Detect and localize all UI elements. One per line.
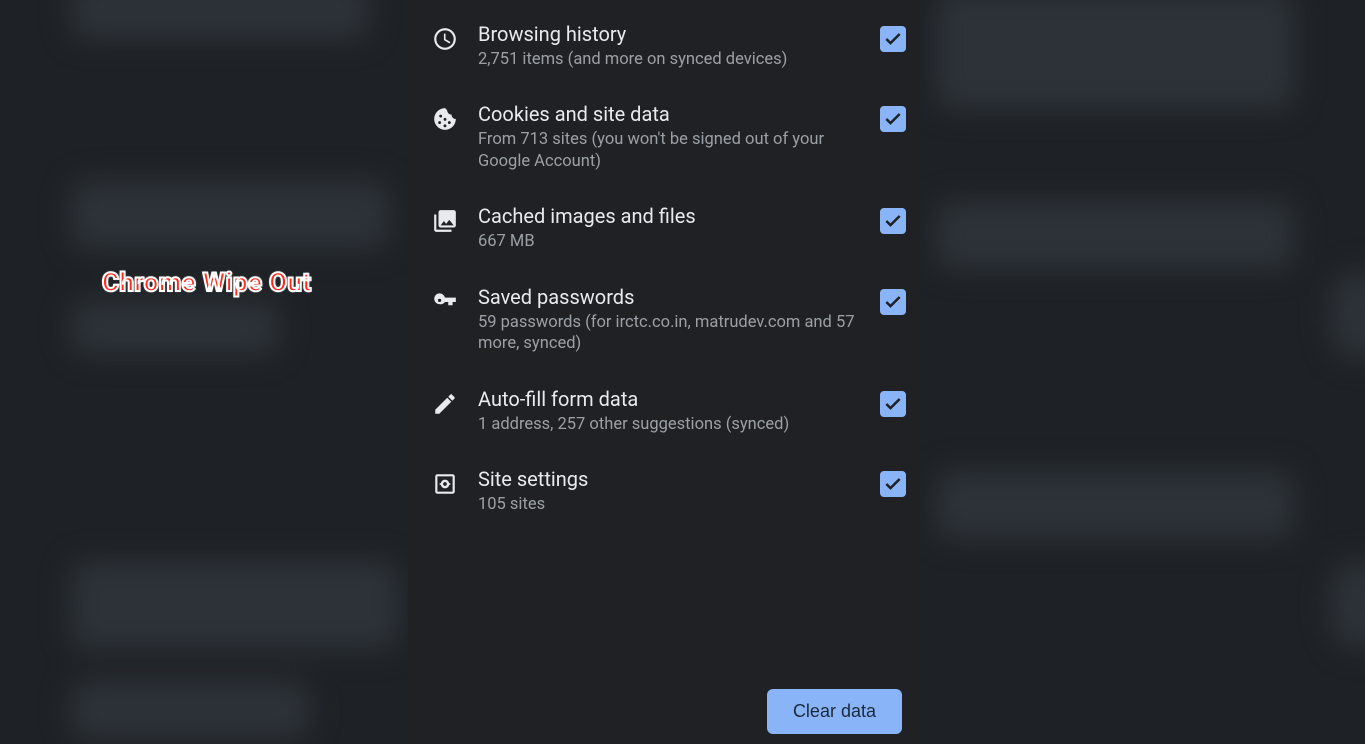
panel-footer: Clear data bbox=[408, 683, 920, 744]
pencil-icon bbox=[430, 389, 460, 419]
key-icon bbox=[430, 287, 460, 317]
image-icon bbox=[430, 206, 460, 236]
row-autofill[interactable]: Auto-fill form data 1 address, 257 other… bbox=[408, 371, 920, 451]
settings-page-icon bbox=[430, 469, 460, 499]
row-cached[interactable]: Cached images and files 667 MB bbox=[408, 188, 920, 268]
row-subtitle: 2,751 items (and more on synced devices) bbox=[478, 49, 862, 70]
checkbox-site-settings[interactable] bbox=[880, 471, 906, 497]
row-subtitle: 667 MB bbox=[478, 231, 862, 252]
cookie-icon bbox=[430, 104, 460, 134]
row-title: Site settings bbox=[478, 467, 862, 492]
clear-data-panel: Browsing history 2,751 items (and more o… bbox=[408, 0, 920, 744]
row-title: Auto-fill form data bbox=[478, 387, 862, 412]
row-browsing-history[interactable]: Browsing history 2,751 items (and more o… bbox=[408, 6, 920, 86]
row-subtitle: 105 sites bbox=[478, 494, 862, 515]
checkbox-passwords[interactable] bbox=[880, 289, 906, 315]
row-subtitle: 1 address, 257 other suggestions (synced… bbox=[478, 414, 862, 435]
row-title: Browsing history bbox=[478, 22, 862, 47]
checkbox-browsing-history[interactable] bbox=[880, 26, 906, 52]
row-site-settings[interactable]: Site settings 105 sites bbox=[408, 451, 920, 531]
checkbox-cached[interactable] bbox=[880, 208, 906, 234]
row-title: Cached images and files bbox=[478, 204, 862, 229]
clock-icon bbox=[430, 24, 460, 54]
row-subtitle: From 713 sites (you won't be signed out … bbox=[478, 129, 862, 172]
row-title: Saved passwords bbox=[478, 285, 862, 310]
checkbox-autofill[interactable] bbox=[880, 391, 906, 417]
clear-data-button[interactable]: Clear data bbox=[767, 689, 902, 734]
row-title: Cookies and site data bbox=[478, 102, 862, 127]
checkbox-cookies[interactable] bbox=[880, 106, 906, 132]
row-subtitle: 59 passwords (for irctc.co.in, matrudev.… bbox=[478, 312, 862, 355]
row-cookies[interactable]: Cookies and site data From 713 sites (yo… bbox=[408, 86, 920, 188]
row-passwords[interactable]: Saved passwords 59 passwords (for irctc.… bbox=[408, 269, 920, 371]
